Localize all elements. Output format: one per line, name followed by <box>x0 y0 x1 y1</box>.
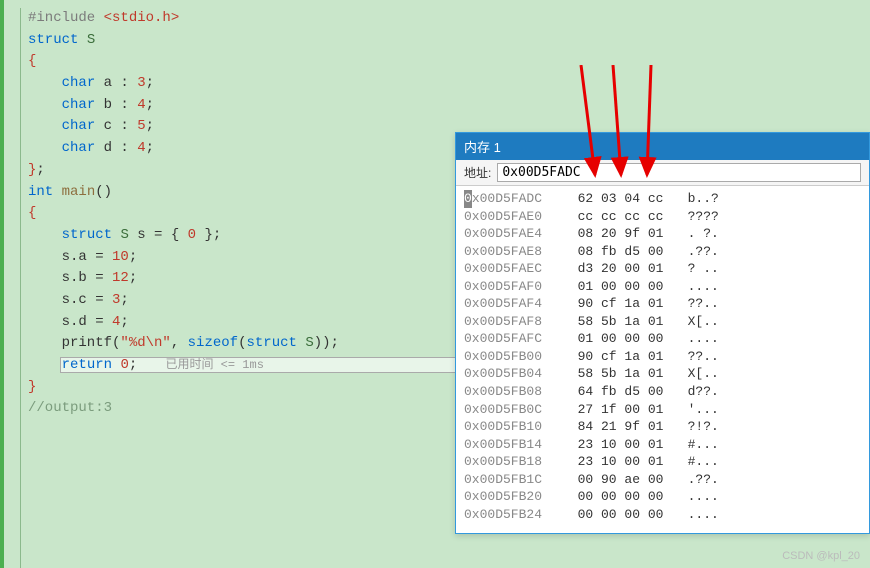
memory-row[interactable]: 0x00D5FAE8 08 fb d5 00 .??. <box>464 243 861 261</box>
watermark: CSDN @kpl_20 <box>782 550 860 562</box>
code-line: struct S <box>0 30 870 52</box>
memory-row[interactable]: 0x00D5FAF4 90 cf 1a 01 ??.. <box>464 295 861 313</box>
memory-row[interactable]: 0x00D5FB1C 00 90 ae 00 .??. <box>464 471 861 489</box>
memory-address-bar: 地址: <box>456 160 869 186</box>
memory-row[interactable]: 0x00D5FAE0 cc cc cc cc ???? <box>464 208 861 226</box>
memory-row[interactable]: 0x00D5FAF8 58 5b 1a 01 X[.. <box>464 313 861 331</box>
code-line: char b : 4; <box>0 95 870 117</box>
memory-address-label: 地址: <box>464 164 491 181</box>
memory-row[interactable]: 0x00D5FB0C 27 1f 00 01 '... <box>464 401 861 419</box>
code-line: char a : 3; <box>0 73 870 95</box>
memory-row[interactable]: 0x00D5FB00 90 cf 1a 01 ??.. <box>464 348 861 366</box>
memory-row[interactable]: 0x00D5FB08 64 fb d5 00 d??. <box>464 383 861 401</box>
change-marker <box>0 0 4 568</box>
memory-row[interactable]: 0x00D5FB04 58 5b 1a 01 X[.. <box>464 365 861 383</box>
memory-row[interactable]: 0x00D5FB20 00 00 00 00 .... <box>464 488 861 506</box>
memory-address-input[interactable] <box>497 163 861 182</box>
memory-row[interactable]: 0x00D5FADC 62 03 04 cc b..? <box>464 190 861 208</box>
code-line: #include <stdio.h> <box>0 8 870 30</box>
code-line: { <box>0 51 870 73</box>
memory-row[interactable]: 0x00D5FB24 00 00 00 00 .... <box>464 506 861 524</box>
memory-row[interactable]: 0x00D5FAF0 01 00 00 00 .... <box>464 278 861 296</box>
memory-row[interactable]: 0x00D5FB10 84 21 9f 01 ?!?. <box>464 418 861 436</box>
memory-row[interactable]: 0x00D5FB18 23 10 00 01 #... <box>464 453 861 471</box>
memory-row[interactable]: 0x00D5FB14 23 10 00 01 #... <box>464 436 861 454</box>
memory-window-title: 内存 1 <box>456 133 869 160</box>
memory-window: 内存 1 地址: 0x00D5FADC 62 03 04 cc b..?0x00… <box>455 132 870 534</box>
memory-row[interactable]: 0x00D5FAE4 08 20 9f 01 . ?. <box>464 225 861 243</box>
memory-row[interactable]: 0x00D5FAEC d3 20 00 01 ? .. <box>464 260 861 278</box>
memory-row[interactable]: 0x00D5FAFC 01 00 00 00 .... <box>464 330 861 348</box>
perf-inlay: 已用时间 <= 1ms <box>162 358 266 372</box>
memory-hex-view[interactable]: 0x00D5FADC 62 03 04 cc b..?0x00D5FAE0 cc… <box>456 186 869 533</box>
